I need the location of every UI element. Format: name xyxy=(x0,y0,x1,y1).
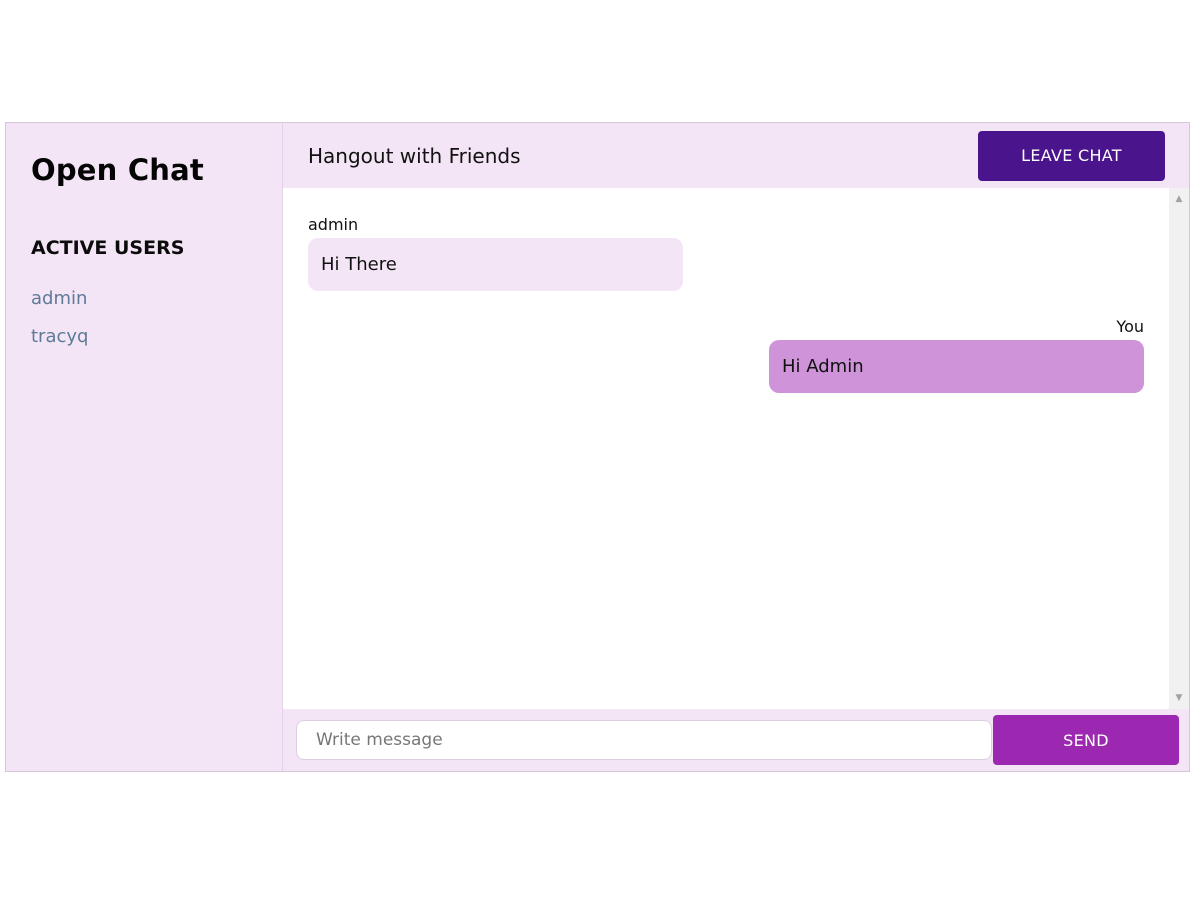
message-list: admin Hi There You Hi Admin xyxy=(283,188,1169,709)
chat-header: Hangout with Friends LEAVE CHAT xyxy=(283,123,1189,188)
scroll-down-arrow-icon[interactable]: ▼ xyxy=(1169,693,1189,703)
message-sender: You xyxy=(1116,317,1144,336)
message-composer: SEND xyxy=(283,709,1189,771)
messages-scrollbar[interactable]: ▲ ▼ xyxy=(1169,188,1189,709)
chat-main: Hangout with Friends LEAVE CHAT admin Hi… xyxy=(283,123,1189,771)
message-bubble: Hi There xyxy=(308,238,683,291)
app-title: Open Chat xyxy=(31,153,204,187)
leave-chat-button[interactable]: LEAVE CHAT xyxy=(978,130,1165,181)
send-button[interactable]: SEND xyxy=(993,715,1179,765)
active-users-heading: ACTIVE USERS xyxy=(31,237,185,259)
message-bubble: Hi Admin xyxy=(769,340,1144,393)
messages-area: admin Hi There You Hi Admin ▲ ▼ xyxy=(283,188,1189,709)
message-item: admin Hi There xyxy=(308,214,1144,291)
message-sender: admin xyxy=(308,215,359,234)
message-input[interactable] xyxy=(296,720,992,760)
scroll-up-arrow-icon[interactable]: ▲ xyxy=(1169,194,1189,204)
chat-app: Open Chat ACTIVE USERS admin tracyq Hang… xyxy=(5,122,1190,772)
sidebar: Open Chat ACTIVE USERS admin tracyq xyxy=(6,123,283,771)
message-text: Hi There xyxy=(321,254,397,275)
message-item: You Hi Admin xyxy=(308,316,1144,393)
active-user-tracyq[interactable]: tracyq xyxy=(31,325,282,363)
active-users-list: admin tracyq xyxy=(31,287,282,363)
room-title: Hangout with Friends xyxy=(308,143,521,168)
message-text: Hi Admin xyxy=(782,356,864,377)
active-user-admin[interactable]: admin xyxy=(31,287,282,325)
